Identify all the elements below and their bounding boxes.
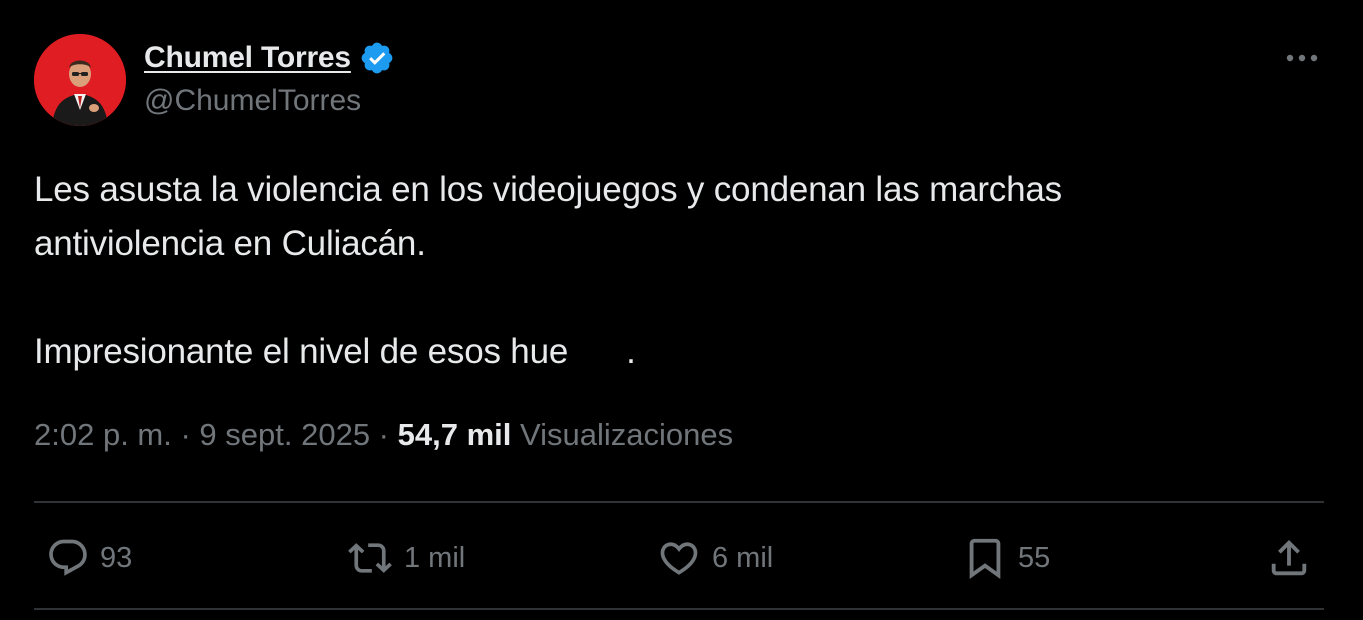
share-icon [1271, 539, 1307, 576]
heart-icon [660, 542, 698, 575]
meta-separator: · [370, 417, 398, 452]
author-display-name[interactable]: Chumel Torres [144, 41, 351, 75]
verified-badge-icon[interactable] [359, 40, 395, 76]
more-options-button[interactable] [1278, 40, 1326, 76]
reply-count: 93 [100, 541, 133, 574]
tweet-date: 9 sept. 2025 [199, 417, 371, 452]
avatar[interactable] [34, 34, 126, 126]
views-count: 54,7 mil [397, 417, 512, 452]
tweet-text: Les asusta la violencia en los videojueg… [34, 163, 1314, 379]
share-button[interactable] [1266, 528, 1312, 588]
tweet-text-line: Les asusta la violencia en los videojueg… [34, 170, 1062, 209]
avatar-image [34, 34, 126, 126]
tweet-text-fragment: Impresionante el nivel de esos hue [34, 332, 569, 371]
divider [34, 608, 1324, 610]
bookmark-button[interactable]: 55 [962, 528, 1050, 588]
tweet-timestamp[interactable]: 2:02 p. m. · 9 sept. 2025 [34, 417, 370, 452]
bookmark-count: 55 [1018, 541, 1051, 574]
tweet-text-line: Impresionante el nivel de esos hue. [34, 325, 1314, 379]
meta-separator: · [171, 417, 200, 452]
reply-icon [49, 539, 87, 576]
tweet-card: Chumel Torres @ChumelTorres Les asusta l… [0, 0, 1363, 620]
repost-icon [348, 543, 392, 573]
bookmark-icon [969, 538, 1001, 579]
reply-button[interactable]: 93 [46, 528, 132, 588]
redacted-block [568, 337, 627, 367]
repost-button[interactable]: 1 mil [346, 528, 465, 588]
author-name-row: Chumel Torres [144, 38, 395, 78]
author-handle[interactable]: @ChumelTorres [144, 84, 361, 118]
tweet-meta: 2:02 p. m. · 9 sept. 2025 · 54,7 mil Vis… [34, 417, 733, 453]
tweet-text-line: antiviolencia en Culiacán. [34, 224, 426, 263]
more-horizontal-icon [1286, 54, 1318, 62]
tweet-text-fragment: . [626, 332, 636, 371]
like-button[interactable]: 6 mil [656, 528, 773, 588]
views-label: Visualizaciones [520, 417, 734, 452]
tweet-time: 2:02 p. m. [34, 417, 172, 452]
repost-count: 1 mil [404, 541, 466, 574]
divider [34, 501, 1324, 503]
action-bar: 93 1 mil 6 mil 55 [34, 528, 1324, 588]
like-count: 6 mil [712, 541, 774, 574]
